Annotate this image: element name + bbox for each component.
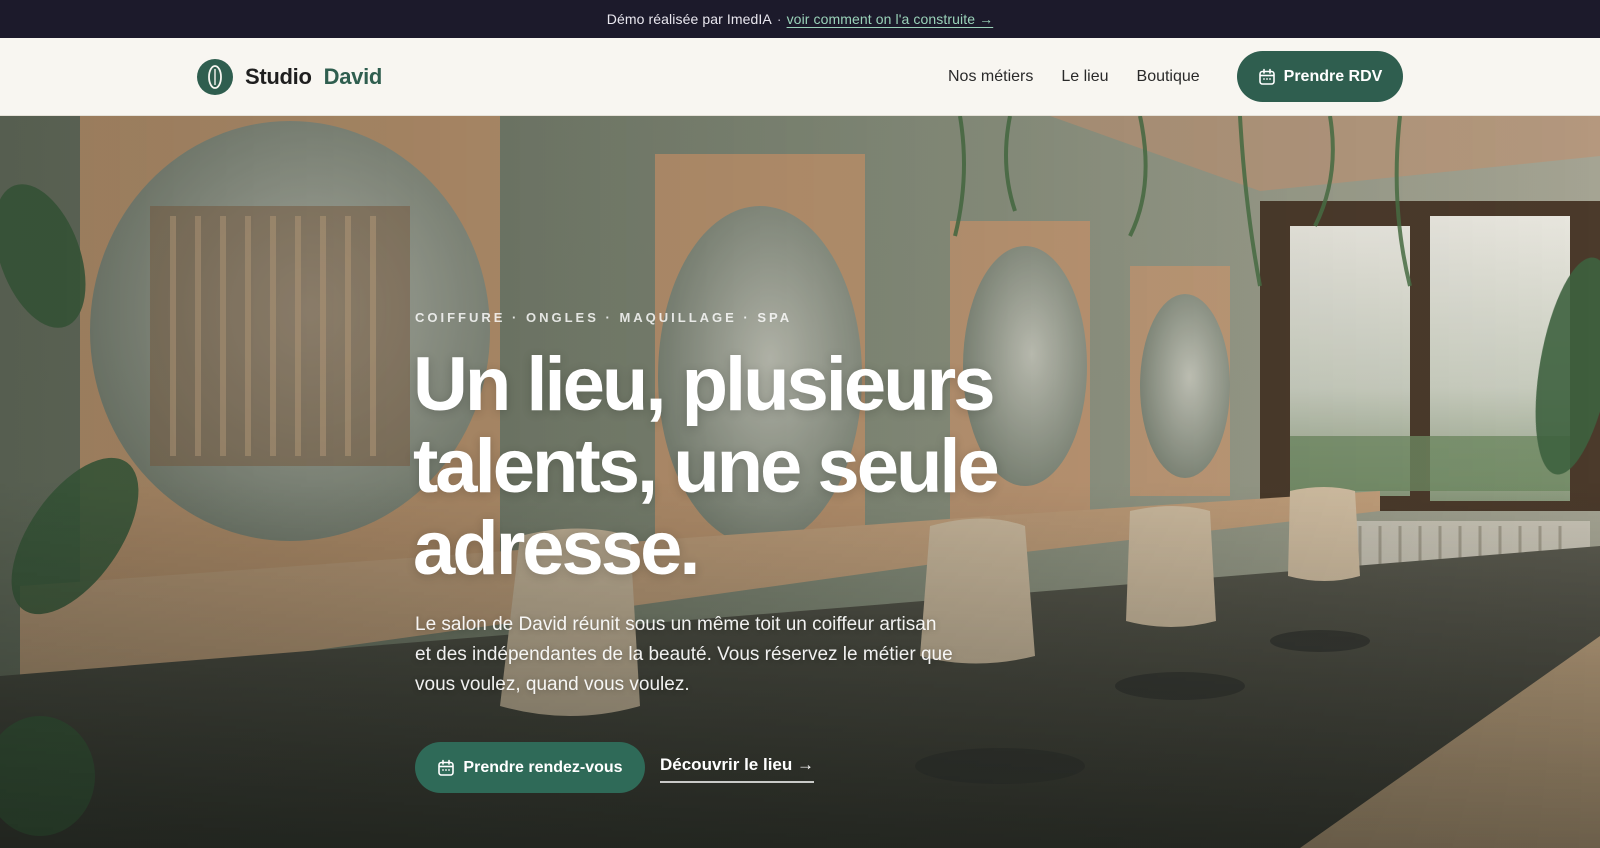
hero-description: Le salon de David réunit sous un même to… — [415, 614, 953, 695]
demo-banner-separator: · — [776, 11, 782, 27]
demo-banner-text: Démo réalisée par ImedIA — [606, 11, 772, 27]
brand-logo[interactable]: Studio David — [197, 58, 382, 96]
brand-name-second: David — [323, 64, 383, 89]
hero-section: COIFFURE · ONGLES · MAQUILLAGE · SPA Un … — [0, 116, 1600, 848]
book-appointment-label: Prendre RDV — [1283, 67, 1383, 85]
demo-banner-link[interactable]: voir comment on l'a construite → — [787, 11, 994, 27]
main-nav: Nos métiers Le lieu Boutique — [948, 38, 1228, 116]
calendar-icon — [1258, 68, 1275, 85]
book-appointment-hero-label: Prendre rendez-vous — [463, 758, 623, 776]
demo-banner: Démo réalisée par ImedIA · voir comment … — [0, 0, 1600, 38]
book-appointment-hero-button[interactable]: Prendre rendez-vous — [415, 742, 645, 793]
book-appointment-button[interactable]: Prendre RDV — [1237, 51, 1403, 102]
headline-line-3: adresse. — [413, 506, 700, 591]
site-header: Studio David Nos métiers Le lieu Boutiqu… — [0, 38, 1600, 116]
leaf-icon — [197, 59, 233, 95]
nav-link-lieu[interactable]: Le lieu — [1061, 68, 1108, 86]
headline-line-2: talents, une seule — [413, 424, 1000, 509]
brand-name-first: Studio — [245, 64, 312, 89]
nav-link-boutique[interactable]: Boutique — [1137, 68, 1200, 86]
hero-headline: Un lieu, plusieurs talents, une seule ad… — [413, 344, 1053, 590]
calendar-icon — [438, 759, 455, 776]
discover-place-link[interactable]: Découvrir le lieu → — [660, 755, 814, 783]
nav-link-metiers[interactable]: Nos métiers — [948, 68, 1033, 86]
headline-line-1: Un lieu, plusieurs — [413, 342, 995, 427]
hero-eyebrow: COIFFURE · ONGLES · MAQUILLAGE · SPA — [415, 310, 793, 325]
